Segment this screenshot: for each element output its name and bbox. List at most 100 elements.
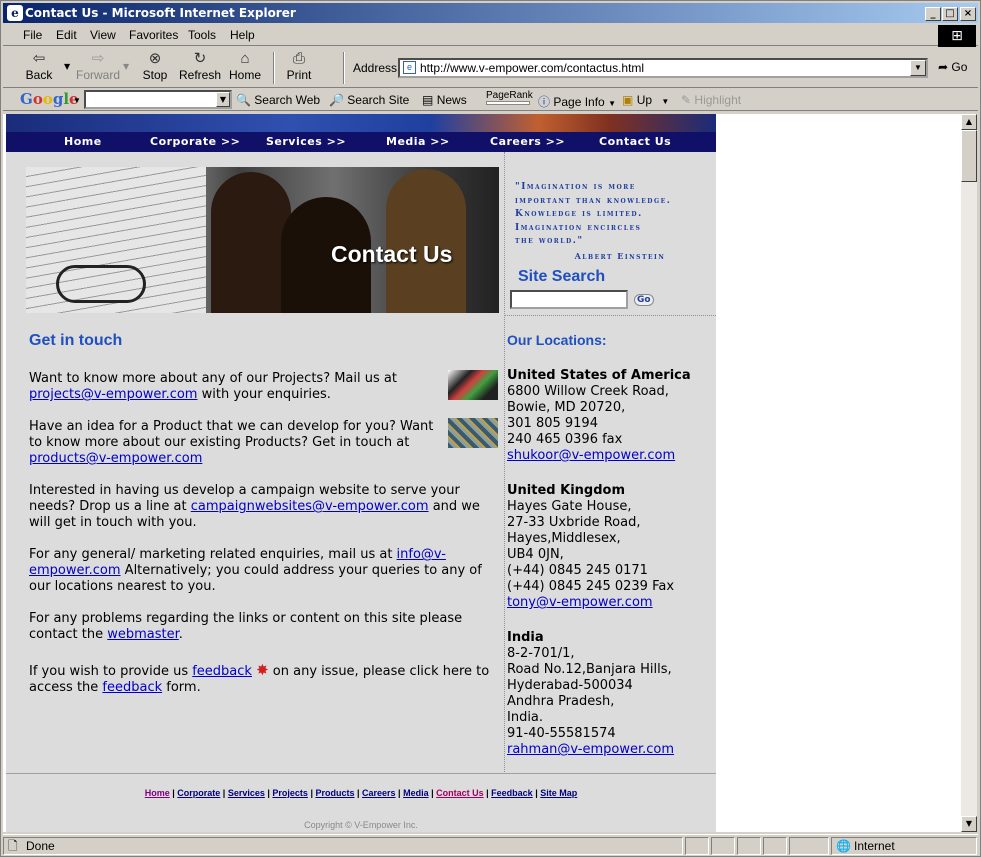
forward-button[interactable]: ⇨ Forward xyxy=(75,50,121,82)
globe-icon: 🌐 xyxy=(836,839,851,853)
feedback-link[interactable]: feedback xyxy=(192,664,252,679)
uk-email-link[interactable]: tony@v-empower.com xyxy=(507,595,653,610)
footer-link-corporate[interactable]: Corporate xyxy=(177,788,220,798)
status-text-panel: 🗋 Done xyxy=(3,837,683,855)
footer-link-site-map[interactable]: Site Map xyxy=(540,788,577,798)
footer-link-feedback[interactable]: Feedback xyxy=(491,788,533,798)
vertical-scrollbar[interactable]: ▲ ▼ xyxy=(961,114,977,832)
footer-link-media[interactable]: Media xyxy=(403,788,429,798)
products-email-link[interactable]: products@v-empower.com xyxy=(29,451,202,466)
back-arrow-icon: ⇦ xyxy=(32,50,46,67)
back-dropdown-icon[interactable]: ▼ xyxy=(64,62,70,71)
footer-link-home[interactable]: Home xyxy=(145,788,170,798)
google-menu-icon[interactable]: ▼ xyxy=(73,96,81,105)
up-dropdown-icon: ▼ xyxy=(661,97,670,106)
go-button[interactable]: ➦ Go xyxy=(938,60,967,74)
toolbar-separator xyxy=(273,52,275,84)
einstein-quote: "Imagination is more important than know… xyxy=(515,181,671,263)
menu-file[interactable]: File xyxy=(23,28,42,42)
home-icon: ⌂ xyxy=(240,50,250,67)
news-button[interactable]: ▤ News xyxy=(422,93,467,107)
scroll-thumb[interactable] xyxy=(961,130,977,182)
address-dropdown-icon[interactable]: ▼ xyxy=(910,60,926,76)
site-search-go-button[interactable]: Go xyxy=(634,294,654,306)
menu-tools[interactable]: Tools xyxy=(188,28,216,42)
google-logo[interactable]: Google xyxy=(20,90,79,108)
india-email-link[interactable]: rahman@v-empower.com xyxy=(507,742,674,757)
news-icon: ▤ xyxy=(422,93,434,107)
stop-icon: ⊗ xyxy=(148,50,162,67)
google-toolbar: Google ▼ ▼ 🔍 Search Web 🔎 Search Site ▤ … xyxy=(3,89,978,111)
eyeglasses-graphic xyxy=(56,265,146,303)
up-button[interactable]: ▣ Up ▼ xyxy=(622,93,669,107)
footer-link-products[interactable]: Products xyxy=(315,788,354,798)
header-banner-image xyxy=(6,114,716,132)
feedback-form-link[interactable]: feedback xyxy=(102,680,162,695)
nav-services[interactable]: Services >> xyxy=(266,135,346,148)
forward-arrow-icon: ⇨ xyxy=(91,50,105,67)
page-info-button[interactable]: ⓘ Page Info ▼ xyxy=(538,93,616,110)
projects-email-link[interactable]: projects@v-empower.com xyxy=(29,387,197,402)
menu-edit[interactable]: Edit xyxy=(56,28,77,42)
menu-help[interactable]: Help xyxy=(230,28,255,42)
ie-icon: e xyxy=(7,5,23,21)
feedback-star-icon[interactable]: ✸ xyxy=(256,661,269,679)
location-country: India xyxy=(507,630,544,645)
search-site-button[interactable]: 🔎 Search Site xyxy=(329,93,409,107)
close-button[interactable]: × xyxy=(960,7,976,21)
general-enquiries-paragraph: For any general/ marketing related enqui… xyxy=(29,547,482,594)
pagerank-indicator[interactable]: PageRank xyxy=(486,90,533,105)
nav-contact-us[interactable]: Contact Us xyxy=(599,135,671,148)
footer-link-careers[interactable]: Careers xyxy=(362,788,396,798)
status-panel xyxy=(711,837,735,855)
go-arrow-icon: ➦ xyxy=(938,60,949,74)
address-input[interactable]: e http://www.v-empower.com/contactus.html… xyxy=(398,58,928,78)
highlight-button[interactable]: ✎ Highlight xyxy=(681,93,741,107)
nav-media[interactable]: Media >> xyxy=(386,135,450,148)
menu-bar: File Edit View Favorites Tools Help xyxy=(3,25,978,46)
google-search-dropdown-icon[interactable]: ▼ xyxy=(216,92,230,107)
menu-favorites[interactable]: Favorites xyxy=(129,28,178,42)
main-navigation: Home Corporate >> Services >> Media >> C… xyxy=(6,132,716,152)
usa-email-link[interactable]: shukoor@v-empower.com xyxy=(507,448,675,463)
maximize-button[interactable]: □ xyxy=(942,7,958,21)
our-locations-heading: Our Locations: xyxy=(507,332,607,348)
home-button[interactable]: ⌂ Home xyxy=(229,50,261,82)
products-paragraph: Have an idea for a Product that we can d… xyxy=(29,419,434,466)
printer-icon: ⎙ xyxy=(292,50,305,67)
nav-careers[interactable]: Careers >> xyxy=(490,135,565,148)
refresh-icon: ↻ xyxy=(193,50,207,67)
stop-button[interactable]: ⊗ Stop xyxy=(140,50,170,82)
location-country: United States of America xyxy=(507,368,691,383)
nav-corporate[interactable]: Corporate >> xyxy=(150,135,240,148)
standard-toolbar: ⇦ Back ▼ ⇨ Forward ▼ ⊗ Stop ↻ Refresh ⌂ Home … xyxy=(3,48,978,88)
get-in-touch-heading: Get in touch xyxy=(29,332,123,349)
toolbar-separator xyxy=(343,52,345,84)
footer-link-projects[interactable]: Projects xyxy=(272,788,308,798)
webmaster-link[interactable]: webmaster xyxy=(107,627,179,642)
back-button[interactable]: ⇦ Back xyxy=(23,50,55,82)
hero-title: Contact Us xyxy=(331,241,453,267)
refresh-button[interactable]: ↻ Refresh xyxy=(179,50,221,82)
page-icon: e xyxy=(403,61,416,74)
minimize-button[interactable]: _ xyxy=(925,7,941,21)
scroll-up-arrow-icon[interactable]: ▲ xyxy=(961,114,977,130)
footer-link-contact-us[interactable]: Contact Us xyxy=(436,788,484,798)
forward-dropdown-icon[interactable]: ▼ xyxy=(123,62,129,71)
search-web-button[interactable]: 🔍 Search Web xyxy=(236,93,320,107)
hero-image: Contact Us xyxy=(26,167,499,313)
location-country: United Kingdom xyxy=(507,483,626,498)
menu-view[interactable]: View xyxy=(90,28,116,42)
footer-divider xyxy=(6,773,716,774)
print-button[interactable]: ⎙ Print xyxy=(285,50,313,82)
highlighter-icon: ✎ xyxy=(681,93,692,107)
site-search-input[interactable] xyxy=(510,290,628,309)
campaign-email-link[interactable]: campaignwebsites@v-empower.com xyxy=(191,499,429,514)
zone-panel: 🌐 Internet xyxy=(831,837,977,855)
google-search-input[interactable]: ▼ xyxy=(84,90,232,109)
page-info-dropdown-icon: ▼ xyxy=(608,99,616,108)
scroll-down-arrow-icon[interactable]: ▼ xyxy=(961,816,977,832)
nav-home[interactable]: Home xyxy=(64,135,102,148)
person-graphic xyxy=(211,172,291,313)
footer-link-services[interactable]: Services xyxy=(228,788,265,798)
